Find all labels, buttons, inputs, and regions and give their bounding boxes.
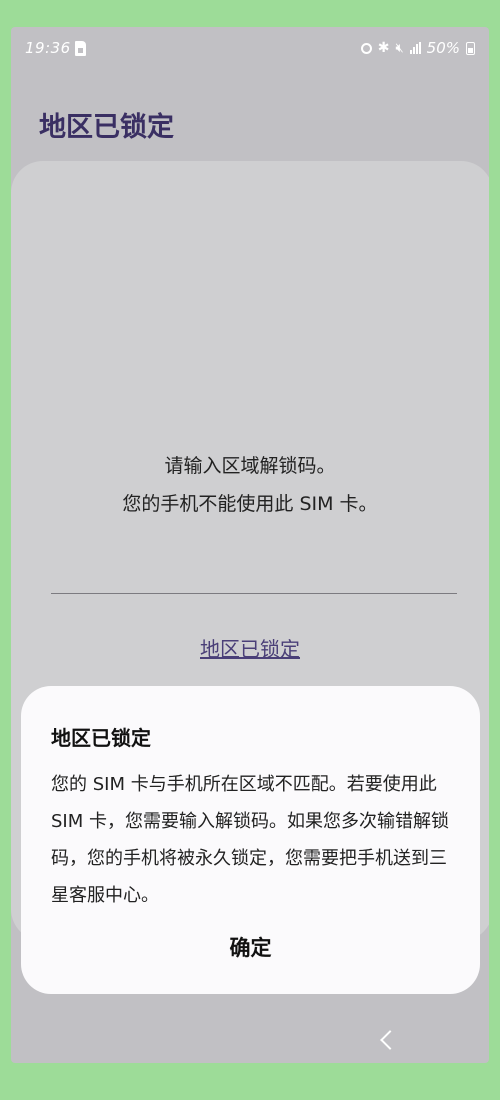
- status-time: 19:36: [25, 39, 71, 57]
- phone-screen: 19:36 ✱ 🔇︎ 50% 地区已锁定 请输入区域解锁码。 您的手机不能使用此…: [11, 27, 489, 1063]
- signal-icon: [409, 42, 421, 54]
- battery-percent: 50%: [426, 39, 460, 57]
- sim-unusable-text: 您的手机不能使用此 SIM 卡。: [122, 493, 378, 515]
- sim-card-icon: [75, 41, 86, 56]
- dialog-title: 地区已锁定: [51, 726, 151, 750]
- bluetooth-icon: ✱: [377, 40, 390, 56]
- unlock-code-input-underline[interactable]: [51, 593, 457, 594]
- back-icon[interactable]: [380, 1030, 400, 1050]
- battery-icon: [466, 41, 475, 55]
- unlock-prompt-text: 请输入区域解锁码。: [164, 455, 336, 477]
- page-title: 地区已锁定: [39, 112, 174, 143]
- confirm-button[interactable]: 确定: [21, 932, 480, 962]
- dialog-body: 您的 SIM 卡与手机所在区域不匹配。若要使用此 SIM 卡，您需要输入解锁码。…: [51, 774, 449, 906]
- status-icons: ✱ 🔇︎ 50%: [360, 39, 475, 57]
- alarm-icon: [360, 42, 372, 54]
- status-bar: 19:36 ✱ 🔇︎ 50%: [11, 27, 489, 69]
- mute-icon: 🔇︎: [395, 40, 404, 56]
- region-locked-dialog: 地区已锁定 您的 SIM 卡与手机所在区域不匹配。若要使用此 SIM 卡，您需要…: [21, 686, 480, 994]
- region-locked-link[interactable]: 地区已锁定: [11, 633, 489, 662]
